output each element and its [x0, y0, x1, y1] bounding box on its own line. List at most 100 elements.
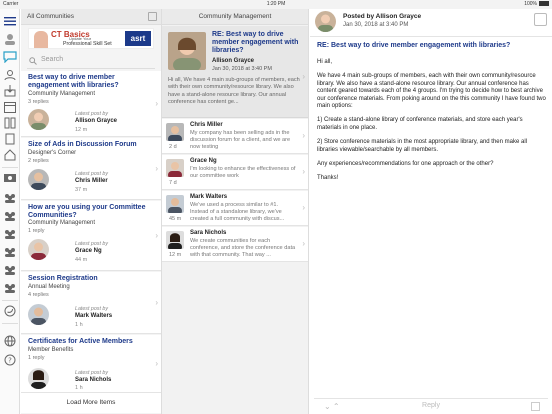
- avatar: [166, 123, 184, 141]
- thread-title: How are you using your Committee Communi…: [28, 204, 146, 219]
- message-body: Hi all, We have 4 main sub-groups of mem…: [317, 59, 547, 190]
- rail-divider: [2, 300, 18, 301]
- rail-divider: [2, 323, 18, 324]
- search-placeholder: Search: [41, 56, 64, 63]
- globe-icon[interactable]: [3, 335, 17, 347]
- menu-icon[interactable]: [3, 15, 17, 27]
- home-icon[interactable]: [3, 149, 17, 161]
- thread-title: Certificates for Active Members: [28, 338, 133, 345]
- compose-icon[interactable]: [148, 12, 157, 21]
- thread-pane-header: Community Management: [162, 9, 308, 25]
- chevron-right-icon: ›: [302, 131, 305, 140]
- reply-excerpt: My company has been selling ads in the d…: [190, 130, 291, 151]
- reply-button[interactable]: Reply: [314, 402, 548, 409]
- svg-text:?: ?: [8, 357, 12, 365]
- search-icon: [29, 57, 37, 65]
- reply-list-item[interactable]: 12 m Sara Nichols We create communities …: [162, 227, 308, 262]
- author-photo: [168, 32, 206, 70]
- communities-pane: All Communities CT Basics Update Your Pr…: [21, 9, 162, 414]
- root-post-date: Jan 30, 2018 at 3:40 PM: [212, 66, 272, 72]
- thread-list-item[interactable]: Best way to drive member engagement with…: [21, 71, 161, 137]
- calendar-icon[interactable]: [3, 101, 17, 113]
- download-icon[interactable]: [3, 85, 17, 97]
- banner-logo: asrt: [125, 31, 151, 46]
- thread-reply-count: 2 replies: [28, 158, 49, 164]
- book-icon[interactable]: [3, 133, 17, 145]
- reply-time: 7 d: [169, 180, 177, 186]
- attachment-icon[interactable]: [531, 402, 540, 411]
- thread-latest-author: Chris Miller: [75, 178, 108, 184]
- reply-list-item[interactable]: 45 m Mark Walters We've used a process s…: [162, 191, 308, 226]
- reply-excerpt: I'm looking to enhance the effectiveness…: [190, 166, 296, 180]
- ad-banner[interactable]: CT Basics Update Your Professional Skill…: [28, 28, 154, 49]
- chevron-right-icon: ›: [155, 359, 158, 368]
- latest-post-label: Latest post by: [75, 370, 108, 376]
- twitter-icon[interactable]: [3, 305, 17, 317]
- thread-list-item[interactable]: Size of Ads in Discussion Forum Designer…: [21, 138, 161, 200]
- avatar: [28, 109, 49, 130]
- thread-list-item[interactable]: How are you using your Committee Communi…: [21, 201, 161, 271]
- message-paragraph: We have 4 main sub-groups of members, ea…: [317, 73, 546, 110]
- message-date: Jan 30, 2018 at 3:40 PM: [343, 22, 409, 28]
- thread-latest-author: Allison Grayce: [75, 118, 118, 124]
- battery-icon: [539, 1, 549, 6]
- chevron-right-icon: ›: [155, 99, 158, 108]
- clock: 1:20 PM: [266, 1, 286, 7]
- chevron-right-icon: ›: [155, 298, 158, 307]
- communities-header: All Communities: [21, 9, 161, 25]
- reply-author: Mark Walters: [190, 194, 228, 200]
- load-more-button[interactable]: Load More Items: [21, 393, 161, 413]
- avatar: [28, 304, 49, 325]
- avatar: [166, 159, 184, 177]
- message-paragraph: Any experiences/recommendations for one …: [317, 161, 494, 168]
- chevron-right-icon: ›: [155, 164, 158, 173]
- group-icon[interactable]: [3, 228, 17, 240]
- latest-post-label: Latest post by: [75, 171, 108, 177]
- message-author: Posted by Allison Grayce: [343, 13, 422, 20]
- message-paragraph: Hi all,: [317, 59, 333, 65]
- thread-title: Session Registration: [28, 275, 98, 282]
- group-icon[interactable]: [3, 246, 17, 258]
- message-toolbar: ⌄ ⌃ Reply: [314, 398, 548, 414]
- reply-author: Chris Miller: [190, 122, 223, 128]
- reply-list-item[interactable]: 7 d Grace Ng I'm looking to enhance the …: [162, 155, 308, 190]
- thread-reply-count: 1 reply: [28, 228, 45, 234]
- avatar: [166, 231, 184, 249]
- reply-list-item[interactable]: 2 d Chris Miller My company has been sel…: [162, 119, 308, 154]
- discussions-icon[interactable]: [3, 51, 17, 63]
- group-icon[interactable]: [3, 210, 17, 222]
- community-icon[interactable]: [3, 172, 17, 184]
- thread-community: Community Management: [28, 220, 96, 226]
- root-post[interactable]: RE: Best way to drive member engagement …: [162, 26, 308, 118]
- thread-list-item[interactable]: Certificates for Active Members Member B…: [21, 335, 161, 393]
- reply-author: Sara Nichols: [190, 230, 227, 236]
- profile-icon[interactable]: [3, 33, 17, 45]
- root-post-author: Allison Grayce: [212, 58, 255, 64]
- group-icon[interactable]: [3, 192, 17, 204]
- thread-latest-author: Grace Ng: [75, 248, 102, 254]
- chevron-right-icon: ›: [302, 203, 305, 212]
- root-post-title: RE: Best way to drive member engagement …: [212, 31, 299, 54]
- search-input[interactable]: Search: [27, 55, 155, 69]
- avatar: [28, 239, 49, 260]
- latest-post-label: Latest post by: [75, 111, 108, 117]
- reply-author: Grace Ng: [190, 158, 217, 164]
- reply-excerpt: We create communities for each conferenc…: [190, 238, 296, 259]
- reply-time: 12 m: [169, 252, 182, 258]
- message-paragraph: 1) Create a stand-alone library of confe…: [317, 117, 523, 131]
- reply-time: 45 m: [169, 216, 182, 222]
- group-icon[interactable]: [3, 264, 17, 276]
- expand-icon[interactable]: [534, 13, 547, 26]
- thread-title: Size of Ads in Discussion Forum: [28, 141, 137, 148]
- help-icon[interactable]: ?: [3, 354, 17, 366]
- people-icon[interactable]: [3, 69, 17, 81]
- latest-post-label: Latest post by: [75, 241, 108, 247]
- thread-latest-author: Mark Walters: [75, 313, 113, 319]
- group-icon[interactable]: [3, 282, 17, 294]
- library-icon[interactable]: [3, 117, 17, 129]
- banner-subtitle-2: Professional Skill Set: [63, 41, 112, 47]
- thread-list-item[interactable]: Session Registration Annual Meeting 4 re…: [21, 272, 161, 334]
- thread-community: Member Benefits: [28, 347, 74, 353]
- thread-pane: Community Management RE: Best way to dri…: [162, 9, 309, 414]
- avatar: [315, 11, 336, 32]
